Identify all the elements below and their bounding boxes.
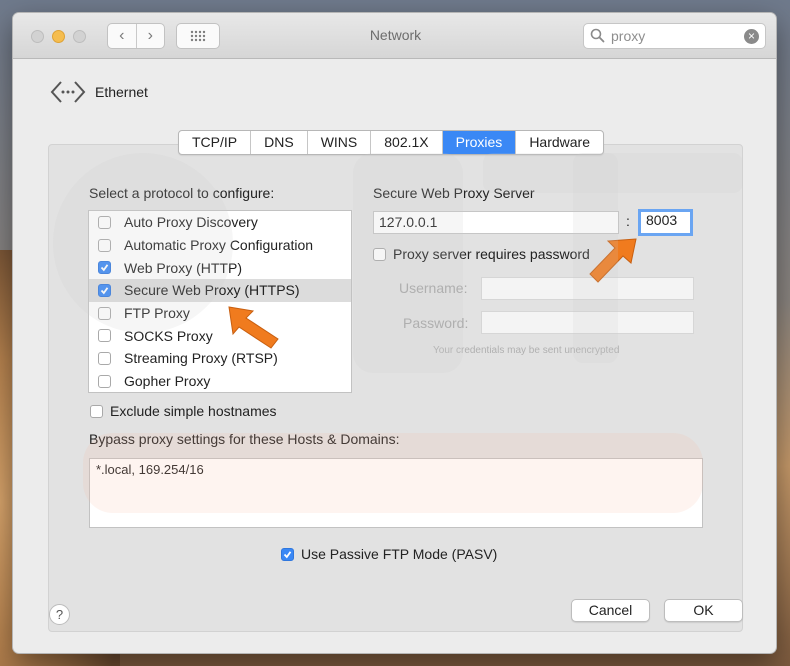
checkmark-icon [100, 264, 109, 272]
ok-button[interactable]: OK [664, 599, 743, 622]
back-forward-group: ‹ › [107, 23, 165, 49]
requires-password-checkbox[interactable] [373, 247, 386, 261]
tab-proxies[interactable]: Proxies [441, 131, 516, 154]
protocol-list-heading: Select a protocol to configure: [89, 185, 275, 201]
back-button[interactable]: ‹ [108, 24, 136, 48]
checkmark-icon [100, 287, 109, 295]
interface-header: Ethernet [50, 80, 148, 104]
bypass-textarea[interactable]: *.local, 169.254/16 [89, 458, 703, 528]
checkbox[interactable] [98, 215, 111, 229]
protocol-item-ftp[interactable]: FTP Proxy [89, 302, 351, 325]
tab-dns[interactable]: DNS [250, 131, 307, 154]
protocol-label: Secure Web Proxy (HTTPS) [124, 282, 300, 299]
checkbox[interactable] [98, 329, 111, 343]
exclude-simple-checkbox[interactable] [90, 404, 103, 418]
forward-button[interactable]: › [135, 24, 165, 48]
protocol-item-https[interactable]: Secure Web Proxy (HTTPS) [89, 279, 351, 302]
checkmark-icon [283, 550, 292, 558]
protocol-item-auto-discovery[interactable]: Auto Proxy Discovery [89, 211, 351, 234]
username-label: Username: [399, 280, 468, 296]
protocol-label: Auto Proxy Discovery [124, 214, 258, 231]
requires-password-row[interactable]: Proxy server requires password [373, 246, 590, 262]
protocol-item-gopher[interactable]: Gopher Proxy [89, 370, 351, 393]
tab-wins[interactable]: WINS [306, 131, 371, 154]
password-field[interactable] [481, 311, 694, 334]
protocol-label: Web Proxy (HTTP) [124, 259, 242, 276]
cancel-button[interactable]: Cancel [571, 599, 650, 622]
checkbox[interactable] [98, 283, 111, 297]
protocol-item-socks[interactable]: SOCKS Proxy [89, 324, 351, 347]
password-label: Password: [403, 315, 469, 331]
proxy-port-field[interactable]: 8003 [638, 209, 693, 236]
protocol-item-auto-config[interactable]: Automatic Proxy Configuration [89, 234, 351, 257]
protocol-label: Automatic Proxy Configuration [124, 237, 314, 254]
chevron-right-icon: › [147, 27, 153, 44]
search-input[interactable]: proxy [611, 28, 645, 44]
zoom-window-button[interactable] [73, 30, 86, 43]
server-heading: Secure Web Proxy Server [373, 185, 535, 201]
help-button[interactable]: ? [49, 604, 70, 625]
checkbox[interactable] [98, 238, 111, 252]
checkbox[interactable] [98, 351, 111, 365]
chevron-left-icon: ‹ [119, 27, 125, 44]
exclude-simple-label: Exclude simple hostnames [110, 403, 277, 419]
tab-tcpip[interactable]: TCP/IP [179, 131, 250, 154]
checkbox[interactable] [98, 306, 111, 320]
proxy-address-field[interactable]: 127.0.0.1 [373, 211, 619, 234]
tab-hardware[interactable]: Hardware [515, 131, 603, 154]
search-icon [590, 28, 605, 43]
requires-password-label: Proxy server requires password [393, 246, 590, 262]
minimize-window-button[interactable] [52, 30, 65, 43]
tab-bar: TCP/IP DNS WINS 802.1X Proxies Hardware [178, 130, 605, 155]
port-separator: : [626, 213, 630, 229]
annotation-arrow-icon [228, 306, 279, 349]
pasv-checkbox[interactable] [281, 547, 294, 561]
interface-name: Ethernet [95, 84, 148, 100]
titlebar: ‹ › Network proxy × [13, 13, 776, 59]
pasv-row[interactable]: Use Passive FTP Mode (PASV) [281, 546, 497, 562]
protocol-item-http[interactable]: Web Proxy (HTTP) [89, 256, 351, 279]
protocol-label: SOCKS Proxy [124, 327, 213, 344]
close-window-button[interactable] [31, 30, 44, 43]
protocol-label: FTP Proxy [124, 305, 190, 322]
grid-icon [190, 30, 206, 42]
pasv-label: Use Passive FTP Mode (PASV) [301, 546, 498, 562]
annotation-arrow-icon [589, 238, 637, 283]
bypass-label: Bypass proxy settings for these Hosts & … [89, 431, 400, 447]
credentials-warning: Your credentials may be sent unencrypted [433, 345, 620, 356]
clear-search-icon[interactable]: × [744, 29, 759, 44]
window-content: Ethernet TCP/IP DNS WINS 802.1X Proxies … [13, 60, 776, 653]
ethernet-icon [50, 81, 86, 103]
exclude-simple-row[interactable]: Exclude simple hostnames [90, 403, 277, 419]
protocol-label: Streaming Proxy (RTSP) [124, 350, 278, 367]
show-all-button[interactable] [176, 23, 220, 49]
network-preferences-window: ‹ › Network proxy × Ethernet TCP/IP DNS … [13, 13, 776, 653]
protocol-list: Auto Proxy Discovery Automatic Proxy Con… [88, 210, 352, 393]
checkbox[interactable] [98, 374, 111, 388]
window-title: Network [369, 27, 422, 43]
protocol-label: Gopher Proxy [124, 373, 211, 390]
search-field[interactable]: proxy × [583, 23, 766, 49]
tab-8021x[interactable]: 802.1X [370, 131, 441, 154]
protocol-item-rtsp[interactable]: Streaming Proxy (RTSP) [89, 347, 351, 370]
checkbox[interactable] [98, 261, 111, 275]
